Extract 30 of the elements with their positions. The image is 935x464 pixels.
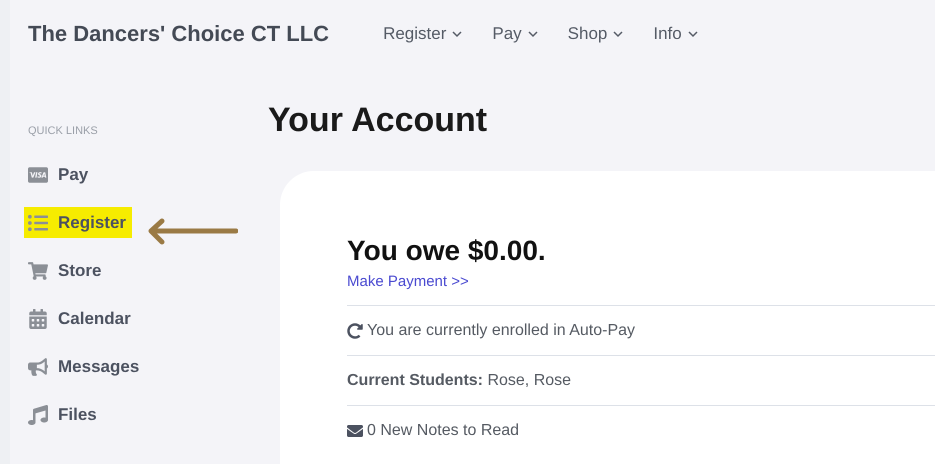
nav-menu[interactable]: Info xyxy=(653,24,698,44)
envelope-icon xyxy=(347,422,363,438)
sidebar-link[interactable]: Store xyxy=(28,255,108,286)
sidebar-link[interactable]: Register xyxy=(24,207,132,238)
calendar-icon xyxy=(28,308,48,328)
students-text: Current Students: Rose, Rose xyxy=(347,372,572,390)
sidebar-link[interactable]: Messages xyxy=(28,351,146,382)
nav-menu[interactable]: Register xyxy=(383,24,462,44)
sidebar-link[interactable]: Files xyxy=(28,399,103,430)
refresh-icon xyxy=(347,322,363,338)
nav-menu[interactable]: Pay xyxy=(492,24,538,44)
status-text: 0 New Notes to Read xyxy=(367,422,520,440)
chevron-down-icon xyxy=(613,30,624,38)
list-icon xyxy=(28,212,48,232)
megaphone-icon xyxy=(28,356,48,376)
page-title: Your Account xyxy=(268,101,488,141)
section-heading: QUICK LINKS xyxy=(28,125,99,137)
chevron-down-icon xyxy=(688,30,698,38)
chevron-down-icon xyxy=(528,30,538,38)
cart-icon xyxy=(28,260,48,280)
chevron-down-icon xyxy=(452,30,462,38)
status-text: You are currently enrolled in Auto-Pay xyxy=(367,322,636,340)
nav-menu[interactable]: Shop xyxy=(568,24,624,44)
sidebar-link[interactable]: Calendar xyxy=(28,303,137,334)
music-note-icon xyxy=(28,404,48,424)
credit-card-icon xyxy=(28,164,48,184)
sidebar-link[interactable]: Pay xyxy=(28,159,94,190)
payment-link[interactable]: Make Payment >> xyxy=(347,273,469,290)
site-title: The Dancers' Choice CT LLC xyxy=(28,21,330,47)
balance-text: You owe $0.00. xyxy=(347,235,547,267)
